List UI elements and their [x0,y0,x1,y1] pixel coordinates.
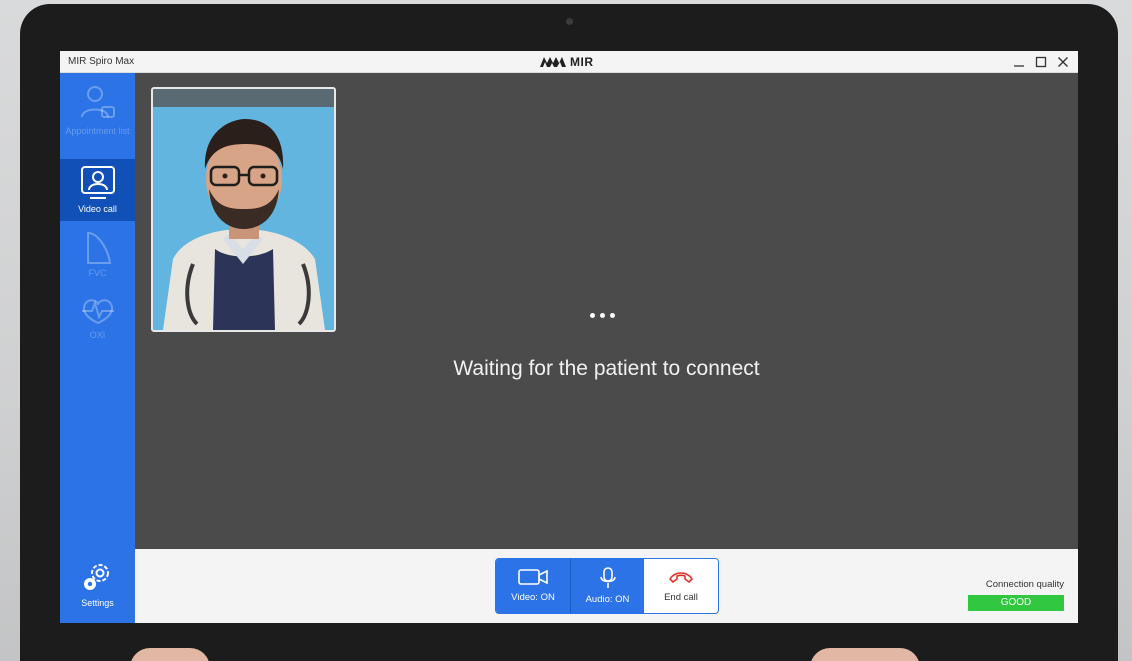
hang-up-icon [667,567,695,587]
loading-indicator [590,313,615,318]
sidebar: Appointment list Video call FVC OXI Sett… [60,73,135,623]
video-area: Waiting for the patient to connect [135,73,1078,549]
self-view-video [151,87,336,332]
title-bar: MIR Spiro Max MIR [60,51,1078,73]
sidebar-item-fvc[interactable]: FVC [60,223,135,285]
call-status-text: Waiting for the patient to connect [453,357,760,380]
app-window: MIR Spiro Max MIR Appointment list Video… [60,51,1078,623]
loading-dot [600,313,605,318]
brand-logo: MIR [540,54,594,70]
sidebar-item-label: FVC [88,268,107,278]
doctor-portrait [153,107,334,330]
microphone-icon [598,567,618,589]
fvc-icon [78,229,118,265]
app-title: MIR Spiro Max [68,56,135,67]
audio-toggle-label: Audio: ON [585,594,630,605]
close-icon[interactable] [1056,53,1070,71]
sidebar-item-oxi[interactable]: OXI [60,285,135,347]
appointment-list-icon [78,83,118,123]
mir-logo-icon [540,57,566,67]
webcam [566,18,573,25]
loading-dot [590,313,595,318]
sidebar-item-label: Appointment list [65,126,130,136]
right-hand [810,648,920,661]
window-controls [1012,53,1070,71]
left-hand [130,648,210,661]
video-camera-icon [517,567,549,587]
end-call-label: End call [664,592,698,603]
gear-icon [78,559,118,595]
maximize-icon[interactable] [1034,53,1048,71]
sidebar-item-label: OXI [89,330,106,340]
minimize-icon[interactable] [1012,53,1026,71]
loading-dot [610,313,615,318]
sidebar-item-label: Video call [78,204,117,214]
sidebar-item-appointment-list[interactable]: Appointment list [60,77,135,139]
video-toggle-label: Video: ON [511,592,555,603]
settings-label: Settings [81,598,114,608]
video-toggle-button[interactable]: Video: ON [496,559,570,613]
end-call-button[interactable]: End call [644,559,718,613]
settings-button[interactable]: Settings [60,553,135,619]
oxi-icon [78,291,118,327]
call-controls: Video: ON Audio: ON End call [495,558,719,614]
video-call-icon [78,165,118,201]
brand-name: MIR [570,55,594,69]
call-control-bar: Video: ON Audio: ON End call Connection … [135,549,1078,623]
audio-toggle-button[interactable]: Audio: ON [570,559,644,613]
connection-quality-label: Connection quality [985,579,1064,590]
sidebar-item-video-call[interactable]: Video call [60,159,135,221]
connection-quality-badge: GOOD [968,595,1064,611]
